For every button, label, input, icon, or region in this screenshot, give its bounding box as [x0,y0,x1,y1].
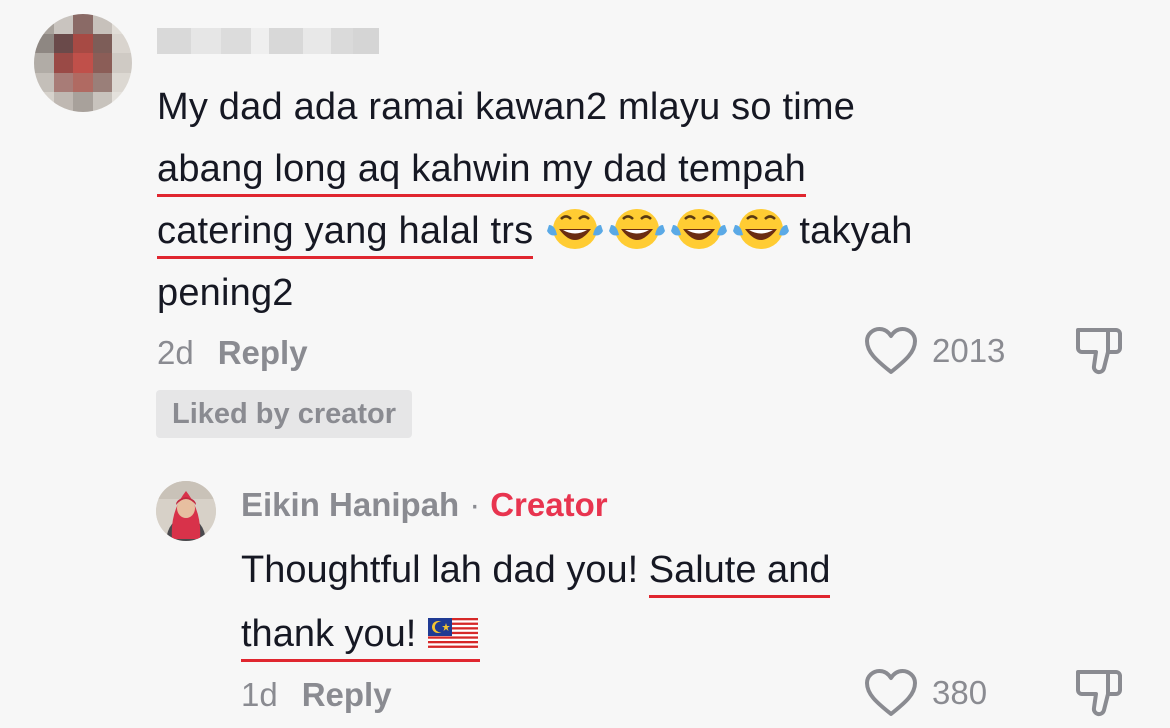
header-separator: · [469,486,481,523]
comment-timestamp: 2d [157,334,194,371]
comment-line-3-tail: takyah [799,210,913,252]
dislike-icon[interactable] [1072,668,1126,718]
face-with-tears-of-joy-icon [671,209,728,249]
reply-text-part-2-underlined: Salute and [648,549,831,598]
creator-profile-photo [156,481,216,541]
face-with-tears-of-joy-icon [609,209,666,249]
reply-text-part-3-underlined: thank you! [241,613,417,655]
comment-like-control[interactable]: 2013 [864,326,1005,376]
heart-icon[interactable] [864,326,918,376]
comment-line-3-underlined: catering yang halal trs [157,210,534,259]
comment-text: My dad ada ramai kawan2 mlayu so time ab… [157,76,1037,324]
creator-label: Creator [490,486,608,523]
reply-like-count: 380 [932,674,988,711]
emoji-group [547,207,790,251]
heart-icon[interactable] [864,668,918,718]
comment-line-1: My dad ada ramai kawan2 mlayu so time [157,86,856,128]
comment-meta: 2d Reply [157,334,308,372]
reply-like-control[interactable]: 380 [864,668,987,718]
comment-line-4: pening2 [157,272,294,314]
reply-meta: 1d Reply [241,676,392,714]
reply-header: Eikin Hanipah · Creator [241,486,608,524]
face-with-tears-of-joy-icon [733,209,790,249]
liked-by-creator-badge: Liked by creator [156,390,413,438]
comment-line-2-underlined: abang long aq kahwin my dad tempah [157,148,807,197]
creator-avatar[interactable] [156,481,216,541]
reply-text: Thoughtful lah dad you! Salute and thank… [241,538,1061,666]
comment-reply-button[interactable]: Reply [218,334,308,371]
reply-timestamp: 1d [241,676,278,713]
reply-reply-button[interactable]: Reply [302,676,392,713]
dislike-icon[interactable] [1072,326,1126,376]
comments-panel: My dad ada ramai kawan2 mlayu so time ab… [0,0,1170,728]
face-with-tears-of-joy-icon [547,209,604,249]
comment-like-count: 2013 [932,332,1006,369]
commenter-username-blurred[interactable] [157,28,379,54]
reply-text-part-1: Thoughtful lah dad you! [241,549,639,591]
commenter-avatar[interactable] [34,14,132,112]
malaysia-flag-icon [428,618,479,650]
reply-author-name[interactable]: Eikin Hanipah [241,486,459,523]
